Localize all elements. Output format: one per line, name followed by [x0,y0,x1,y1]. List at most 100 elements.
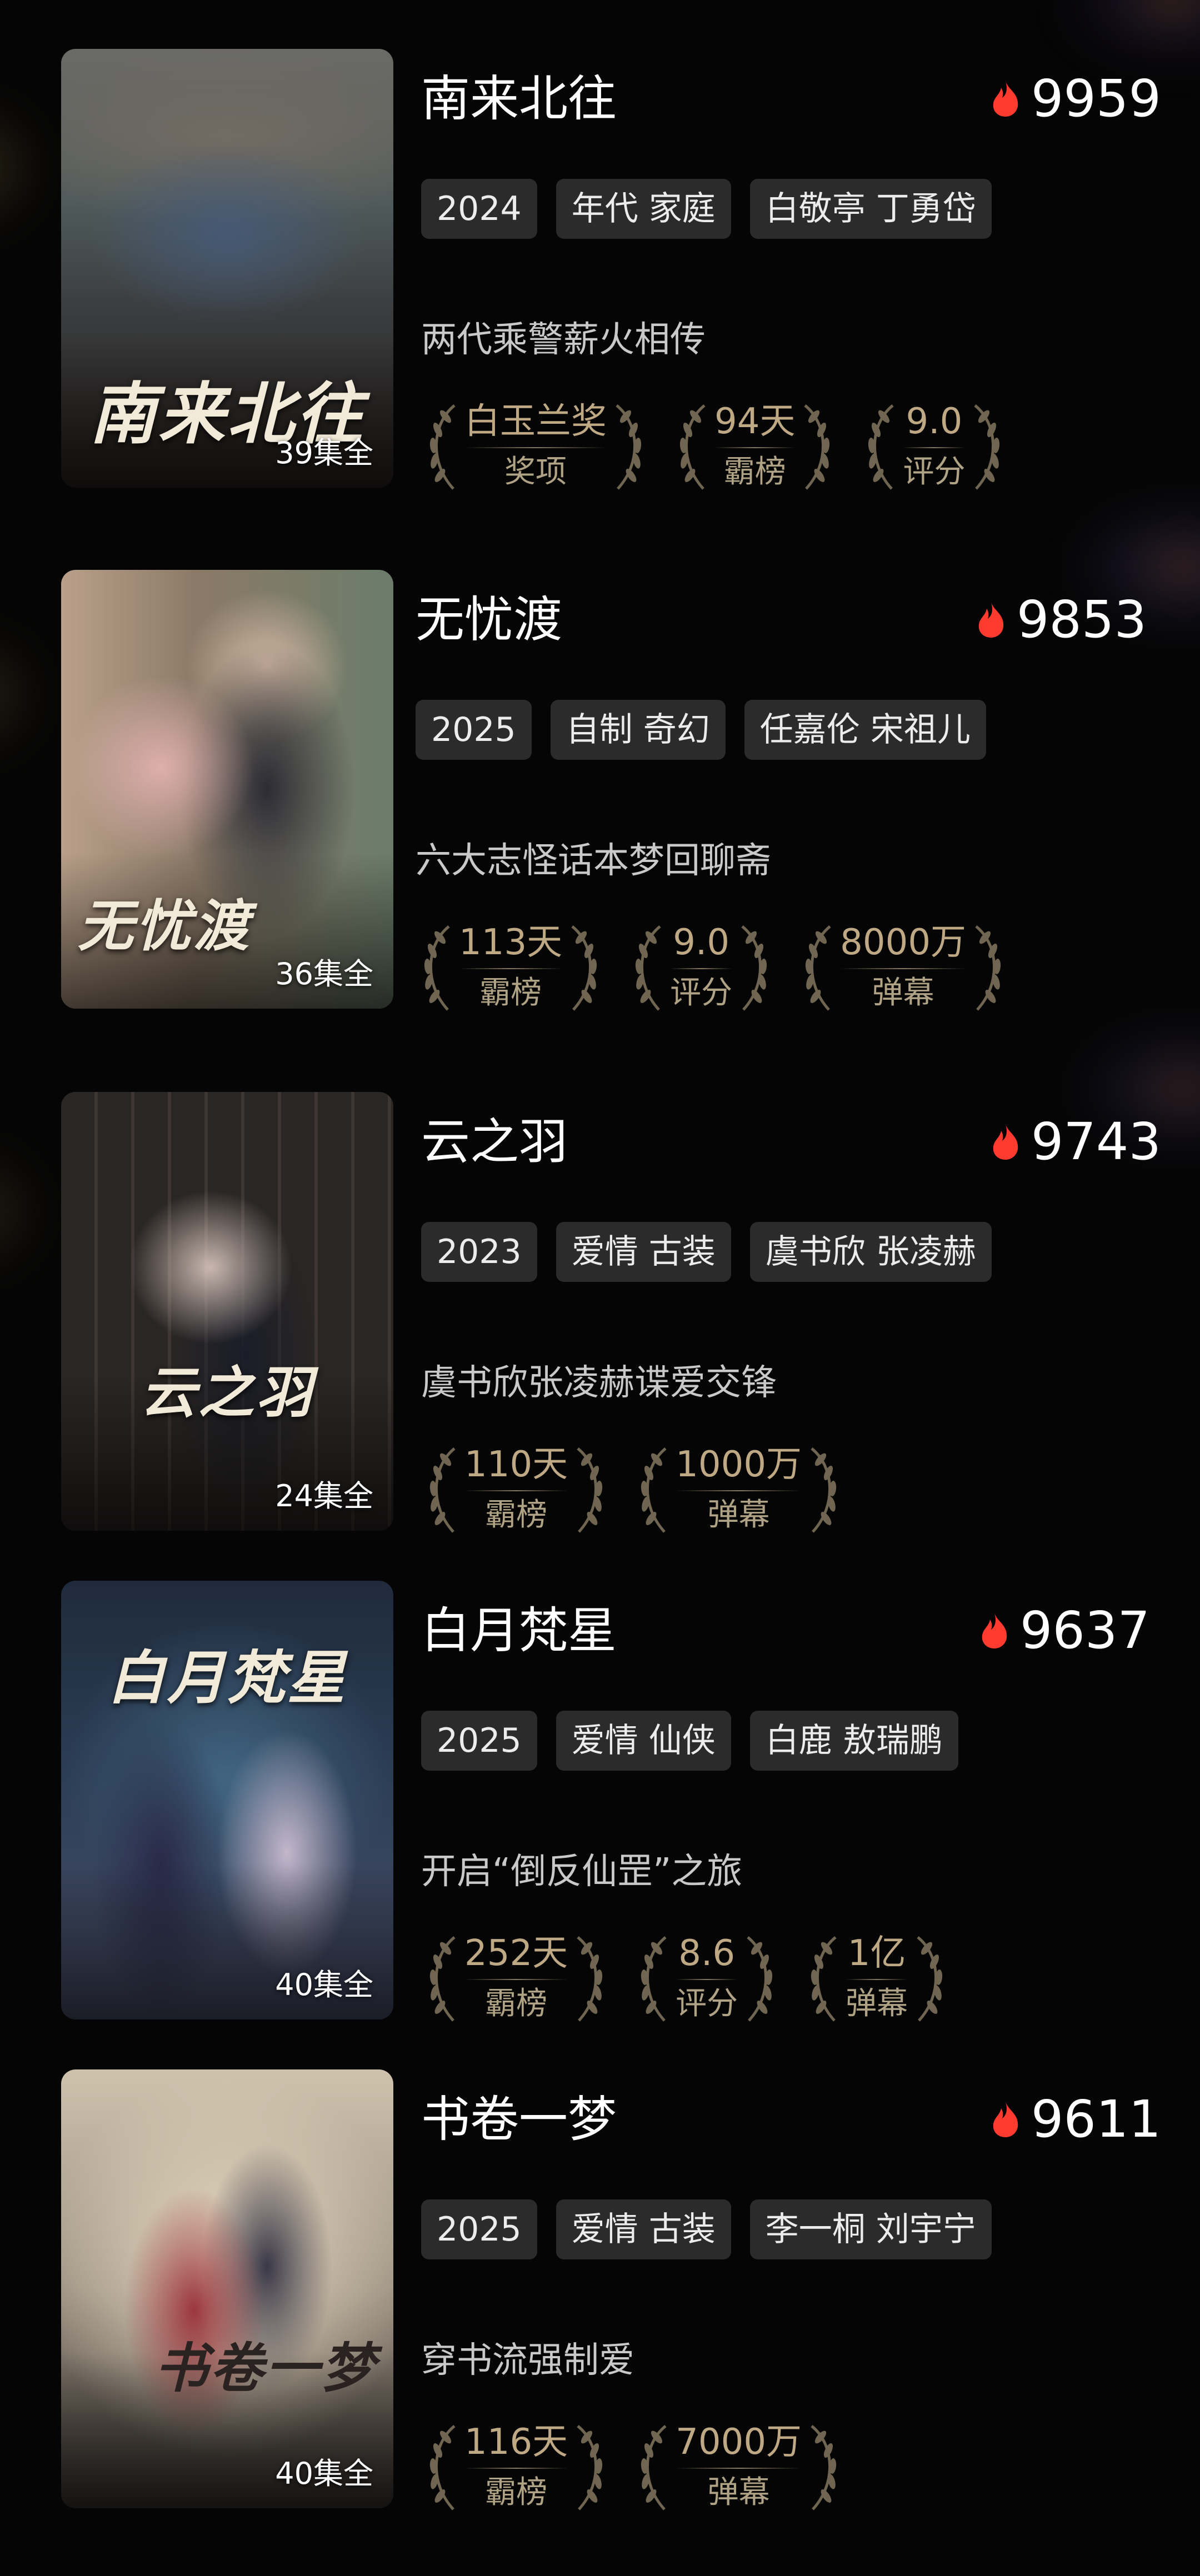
laurel-left-icon [636,925,661,1011]
laurel-right-icon [975,925,1001,1011]
heat-value: 9853 [1016,590,1147,649]
year-tag[interactable]: 2025 [421,2199,537,2259]
laurel-right-icon [616,404,642,490]
genre-tag[interactable]: 爱情 古装 [556,1222,731,1282]
laurel-left-icon [806,925,831,1011]
laurel-left-icon [641,1936,667,2022]
cast-tag[interactable]: 虞书欣 张凌赫 [749,1222,992,1282]
laurel-right-icon [577,1447,603,1533]
cast-tag[interactable]: 任嘉伦 宋祖儿 [744,700,986,760]
laurel-left-icon [429,1447,456,1533]
show-poster[interactable]: 云之羽 24集全 [61,1092,393,1531]
poster-logo: 云之羽 [141,1360,314,1425]
show-info: 南来北往 9959 2024 年代 家庭 白敬亭 丁勇岱 两代乘警薪火相传 白玉… [421,49,1161,490]
achievement-badge: 7000万 弹幕 [632,2416,845,2516]
show-title[interactable]: 书卷一梦 [421,2092,617,2147]
cast-tag[interactable]: 白鹿 敖瑞鹏 [749,1711,958,1771]
laurel-left-icon [424,925,450,1011]
genre-tag[interactable]: 自制 奇幻 [550,700,726,760]
badge-label: 弹幕 [846,1986,908,2022]
year-tag[interactable]: 2025 [416,700,532,760]
genre-tag[interactable]: 爱情 仙侠 [556,1711,731,1771]
tag-row: 2024 年代 家庭 白敬亭 丁勇岱 [421,179,992,239]
show-card[interactable]: 书卷一梦 40集全 书卷一梦 9611 2025 爱情 古装 李一桐 刘宇宁 穿… [0,2069,1200,2514]
badge-row: 110天 霸榜 1000万 弹幕 [421,1439,845,1538]
show-card[interactable]: 无忧渡 36集全 无忧渡 9853 2025 自制 奇幻 任嘉伦 宋祖儿 六大志… [0,570,1200,1014]
tag-row: 2025 爱情 仙侠 白鹿 敖瑞鹏 [421,1711,958,1771]
badge-value: 1亿 [847,1933,906,1974]
heat-value: 9611 [1031,2089,1161,2149]
badge-label: 奖项 [504,454,567,490]
heat-score: 9853 [976,592,1147,648]
flame-icon [993,1124,1018,1160]
show-title[interactable]: 南来北往 [421,71,617,127]
show-poster[interactable]: 书卷一梦 40集全 [61,2069,393,2508]
badge-label: 弹幕 [872,975,934,1011]
show-poster[interactable]: 南来北往 39集全 [61,49,393,488]
tag-row: 2025 自制 奇幻 任嘉伦 宋祖儿 [416,700,986,760]
badge-row: 113天 霸榜 9.0 评分 8000万 弹幕 [416,916,1009,1016]
badge-value: 252天 [464,1933,568,1974]
badge-label: 霸榜 [723,454,786,490]
achievement-badge: 113天 霸榜 [416,916,606,1016]
badge-label: 评分 [903,454,966,490]
poster-logo: 书卷一梦 [154,2337,377,2399]
show-card[interactable]: 白月梵星 40集全 白月梵星 9637 2025 爱情 仙侠 白鹿 敖瑞鹏 开启… [0,1581,1200,2025]
show-info: 书卷一梦 9611 2025 爱情 古装 李一桐 刘宇宁 穿书流强制爱 116天… [421,2069,1161,2510]
show-card[interactable]: 南来北往 39集全 南来北往 9959 2024 年代 家庭 白敬亭 丁勇岱 两… [0,49,1200,493]
show-poster[interactable]: 无忧渡 36集全 [61,570,393,1009]
laurel-right-icon [741,925,767,1011]
laurel-right-icon [577,1936,603,2022]
heat-value: 9637 [1019,1601,1150,1660]
badge-value: 110天 [464,1444,568,1485]
laurel-right-icon [571,925,597,1011]
show-info: 白月梵星 9637 2025 爱情 仙侠 白鹿 敖瑞鹏 开启“倒反仙罡”之旅 2… [421,1581,1150,2022]
badge-value: 116天 [464,2422,568,2463]
achievement-badge: 9.0 评分 [627,916,776,1016]
show-tagline: 穿书流强制爱 [421,2340,634,2381]
laurel-left-icon [641,2425,667,2510]
year-tag[interactable]: 2025 [421,1711,537,1771]
genre-tag[interactable]: 爱情 古装 [556,2199,731,2259]
laurel-left-icon [868,404,894,490]
badge-row: 252天 霸榜 8.6 评分 1亿弹幕 [421,1927,951,2027]
heat-score: 9743 [990,1114,1161,1170]
laurel-left-icon [679,404,706,490]
cast-tag[interactable]: 白敬亭 丁勇岱 [749,179,992,239]
genre-tag[interactable]: 年代 家庭 [556,179,731,239]
badge-value: 白玉兰奖 [464,401,607,442]
episode-count: 40集全 [275,2456,373,2491]
show-title[interactable]: 无忧渡 [416,592,562,648]
flame-icon [982,1613,1007,1648]
flame-icon [993,2102,1018,2137]
achievement-badge: 8.6 评分 [632,1927,781,2027]
year-tag[interactable]: 2023 [421,1222,537,1282]
year-tag[interactable]: 2024 [421,179,537,239]
laurel-left-icon [641,1447,667,1533]
badge-value: 8.6 [678,1933,736,1974]
badge-value: 94天 [714,401,796,442]
poster-logo: 白月梵星 [107,1643,347,1712]
achievement-badge: 9.0 评分 [859,395,1008,495]
show-tagline: 虞书欣张凌赫谍爱交锋 [421,1362,777,1404]
show-info: 无忧渡 9853 2025 自制 奇幻 任嘉伦 宋祖儿 六大志怪话本梦回聊斋 1… [416,570,1147,1011]
show-title[interactable]: 白月梵星 [421,1603,617,1658]
laurel-right-icon [747,1936,773,2022]
laurel-right-icon [811,2425,837,2510]
show-card[interactable]: 云之羽 24集全 云之羽 9743 2023 爱情 古装 虞书欣 张凌赫 虞书欣… [0,1092,1200,1536]
laurel-right-icon [804,404,830,490]
cast-tag[interactable]: 李一桐 刘宇宁 [749,2199,992,2259]
heat-value: 9959 [1031,69,1161,128]
flame-icon [978,602,1004,638]
badge-value: 9.0 [906,401,963,442]
show-poster[interactable]: 白月梵星 40集全 [61,1581,393,2019]
laurel-left-icon [811,1936,837,2022]
show-tagline: 两代乘警薪火相传 [421,319,706,360]
badge-value: 7000万 [676,2422,802,2463]
show-title[interactable]: 云之羽 [421,1114,568,1170]
laurel-right-icon [577,2425,603,2510]
badge-label: 弹幕 [707,1497,770,1533]
heat-score: 9611 [990,2092,1161,2147]
achievement-badge: 94天霸榜 [671,395,838,495]
achievement-badge: 252天 霸榜 [421,1927,611,2027]
